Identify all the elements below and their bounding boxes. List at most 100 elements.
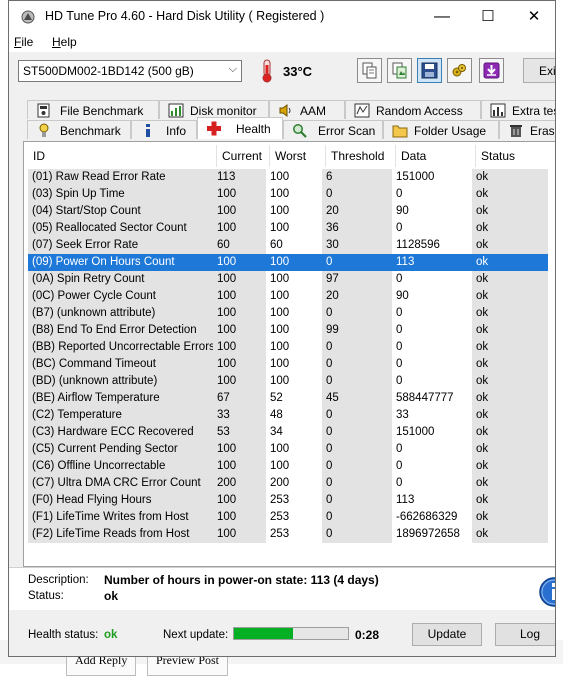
cell-current: 100 xyxy=(213,203,266,220)
table-row[interactable]: (01) Raw Read Error Rate 113 100 6 151000 ok xyxy=(28,169,553,186)
table-row[interactable]: (BC) Command Timeout 100 100 0 0 ok xyxy=(28,356,553,373)
cell-current: 100 xyxy=(213,458,266,475)
col-header-worst[interactable]: Worst xyxy=(270,145,326,167)
cell-id: (C5) Current Pending Sector xyxy=(28,441,213,458)
cell-worst: 34 xyxy=(270,426,283,438)
table-row[interactable]: (BB) Reported Uncorrectable Errors 100 100… xyxy=(28,339,553,356)
cell-worst: 52 xyxy=(270,392,283,404)
table-row[interactable]: (C6) Offline Uncorrectable 100 100 0 0 ok xyxy=(28,458,553,475)
tab-benchmark[interactable]: Benchmark xyxy=(27,120,131,139)
exit-button[interactable]: Exit xyxy=(523,58,555,83)
cell-worst: 100 xyxy=(270,443,290,455)
cell-threshold: 0 xyxy=(322,407,392,424)
table-row[interactable]: (05) Reallocated Sector Count 100 100 36 0 ok xyxy=(28,220,553,237)
description-value: Number of hours in power-on state: 113 (… xyxy=(104,573,379,587)
tab-error-scan[interactable]: Error Scan xyxy=(283,120,383,139)
tab-folder-usage[interactable]: Folder Usage xyxy=(383,120,499,139)
window-title: HD Tune Pro 4.60 - Hard Disk Utility ( R… xyxy=(45,9,325,23)
table-row[interactable]: (03) Spin Up Time 100 100 0 0 ok xyxy=(28,186,553,203)
tab-extra-tests[interactable]: Extra tests xyxy=(481,100,555,119)
table-row[interactable]: (C3) Hardware ECC Recovered 53 34 0 151000 ok xyxy=(28,424,553,441)
drive-select[interactable]: ST500DM002-1BD142 (500 gB) ⌵ xyxy=(18,60,242,82)
download-icon xyxy=(483,62,500,79)
tab-erase[interactable]: Erase xyxy=(499,120,555,139)
cell-status: ok xyxy=(472,203,548,220)
update-button[interactable]: Update xyxy=(412,623,482,646)
table-row[interactable]: (B7) (unknown attribute) 100 100 0 0 ok xyxy=(28,305,553,322)
cell-id: (C6) Offline Uncorrectable xyxy=(28,458,213,475)
table-row[interactable]: (C2) Temperature 33 48 0 33 ok xyxy=(28,407,553,424)
copy-screenshot-button[interactable] xyxy=(387,58,412,83)
tab-file-benchmark[interactable]: File Benchmark xyxy=(27,100,159,119)
table-row[interactable]: (C5) Current Pending Sector 100 100 0 0 ok xyxy=(28,441,553,458)
cell-status: ok xyxy=(472,288,548,305)
info-icon xyxy=(539,577,555,607)
col-header-current[interactable]: Current xyxy=(217,145,270,167)
table-row[interactable]: (F0) Head Flying Hours 100 253 0 113 ok xyxy=(28,492,553,509)
cell-status: ok xyxy=(472,492,548,509)
menu-file[interactable]: File xyxy=(14,35,33,49)
cell-data: 1896972658 xyxy=(396,528,460,540)
cell-status: ok xyxy=(472,458,548,475)
save-icon xyxy=(421,62,438,79)
cell-status: ok xyxy=(472,407,548,424)
table-row[interactable]: (07) Seek Error Rate 60 60 30 1128596 ok xyxy=(28,237,553,254)
hdtune-window: HD Tune Pro 4.60 - Hard Disk Utility ( R… xyxy=(8,0,556,657)
maximize-button[interactable]: ☐ xyxy=(465,1,511,32)
health-status-label: Health status: xyxy=(28,629,99,641)
cell-threshold: 0 xyxy=(322,526,392,543)
cell-current: 100 xyxy=(213,322,266,339)
toolbar: ST500DM002-1BD142 (500 gB) ⌵ 33°C Exi xyxy=(9,54,555,91)
cell-current: 113 xyxy=(213,169,266,186)
cell-current: 100 xyxy=(213,441,266,458)
col-header-status[interactable]: Status xyxy=(476,145,552,167)
title-bar[interactable]: HD Tune Pro 4.60 - Hard Disk Utility ( R… xyxy=(9,1,555,32)
table-row[interactable]: (C7) Ultra DMA CRC Error Count 200 200 0 0 ok xyxy=(28,475,553,492)
col-header-id[interactable]: ID xyxy=(28,145,217,167)
cell-status: ok xyxy=(472,441,548,458)
minimize-button[interactable]: — xyxy=(419,1,465,32)
cell-threshold: 0 xyxy=(322,254,392,271)
download-button[interactable] xyxy=(479,58,504,83)
cell-worst: 100 xyxy=(270,188,290,200)
options-button[interactable] xyxy=(447,58,472,83)
cell-current: 100 xyxy=(213,305,266,322)
cell-id: (C7) Ultra DMA CRC Error Count xyxy=(28,475,213,492)
cell-worst: 100 xyxy=(270,205,290,217)
description-area: Description: Number of hours in power-on… xyxy=(9,567,555,610)
cell-status: ok xyxy=(472,339,548,356)
table-row[interactable]: (B8) End To End Error Detection 100 100 99 0… xyxy=(28,322,553,339)
table-row[interactable]: (0A) Spin Retry Count 100 100 97 0 ok xyxy=(28,271,553,288)
next-update-progress xyxy=(233,627,349,640)
table-row[interactable]: (09) Power On Hours Count 100 100 0 113 ok xyxy=(28,254,553,271)
cell-threshold: 0 xyxy=(322,373,392,390)
table-row[interactable]: (F1) LifeTime Writes from Host 100 253 0 -66… xyxy=(28,509,553,526)
log-button[interactable]: Log xyxy=(495,623,555,646)
tab-info[interactable]: Info xyxy=(131,120,197,139)
close-button[interactable]: ✕ xyxy=(511,1,555,32)
cell-status: ok xyxy=(472,390,548,407)
cell-id: (BE) Airflow Temperature xyxy=(28,390,213,407)
tab-health[interactable]: Health xyxy=(197,117,283,139)
col-header-threshold[interactable]: Threshold xyxy=(326,145,396,167)
cell-data: 1128596 xyxy=(396,239,440,251)
cell-id: (03) Spin Up Time xyxy=(28,186,213,203)
table-row[interactable]: (F2) LifeTime Reads from Host 100 253 0 1896… xyxy=(28,526,553,543)
copy-text-button[interactable] xyxy=(357,58,382,83)
tab-random-access[interactable]: Random Access xyxy=(345,100,481,119)
menu-help[interactable]: Help xyxy=(52,35,77,49)
cell-id: (C2) Temperature xyxy=(28,407,213,424)
save-button[interactable] xyxy=(417,58,442,83)
table-row[interactable]: (BD) (unknown attribute) 100 100 0 0 ok xyxy=(28,373,553,390)
table-row[interactable]: (04) Start/Stop Count 100 100 20 90 ok xyxy=(28,203,553,220)
cell-data: 113 xyxy=(392,254,472,271)
table-row[interactable]: (0C) Power Cycle Count 100 100 20 90 ok xyxy=(28,288,553,305)
cell-id: (09) Power On Hours Count xyxy=(28,254,213,271)
cell-status: ok xyxy=(472,424,548,441)
next-update-progress-fill xyxy=(234,628,294,639)
cell-worst: 100 xyxy=(270,222,290,234)
col-header-data[interactable]: Data xyxy=(396,145,476,167)
table-row[interactable]: (BE) Airflow Temperature 67 52 45 588447777 o… xyxy=(28,390,553,407)
cell-current: 100 xyxy=(213,339,266,356)
cell-worst: 100 xyxy=(266,254,322,271)
